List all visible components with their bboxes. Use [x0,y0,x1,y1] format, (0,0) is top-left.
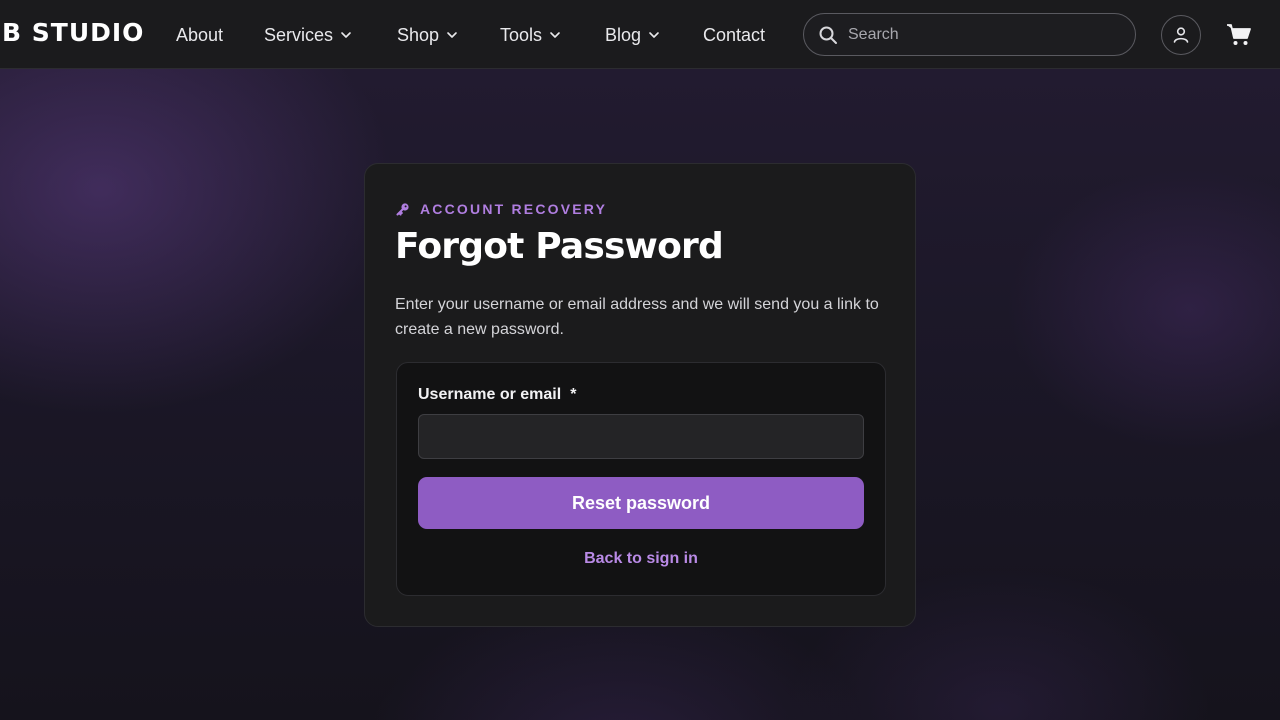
key-icon [396,203,409,216]
required-mark: * [570,386,577,403]
reset-password-button[interactable]: Reset password [418,477,864,529]
chevron-down-icon [550,32,560,38]
back-to-sign-in-link[interactable]: Back to sign in [397,550,885,568]
nav-item-label: Tools [500,24,543,45]
search-icon [819,26,837,44]
cart-icon [1227,24,1251,45]
top-navbar: B STUDIO About Services Shop Tools Blog … [0,0,1280,69]
user-icon [1173,27,1189,43]
nav-item-shop[interactable]: Shop [397,23,458,47]
nav-item-label: Blog [605,24,642,45]
account-button[interactable] [1161,15,1201,55]
nav-item-contact[interactable]: Contact [703,23,765,47]
field-label-text: Username or email [418,386,562,403]
nav-item-tools[interactable]: Tools [500,23,561,47]
nav-item-label: Services [264,24,334,45]
nav-item-about[interactable]: About [176,23,223,47]
username-field-label: Username or email * [418,386,576,404]
chevron-down-icon [649,32,659,38]
nav-item-label: Contact [703,24,766,45]
cart-button[interactable] [1225,21,1253,49]
brand-logo[interactable]: B STUDIO [2,18,144,47]
section-eyebrow: ACCOUNT RECOVERY [396,201,607,217]
search-input[interactable] [848,25,1108,44]
nav-item-blog[interactable]: Blog [605,23,660,47]
nav-item-label: About [176,24,224,45]
nav-item-services[interactable]: Services [264,23,352,47]
chevron-down-icon [341,32,351,38]
page-description: Enter your username or email address and… [395,296,879,338]
nav-item-label: Shop [397,24,440,45]
username-email-input[interactable] [418,414,864,459]
forgot-password-card: ACCOUNT RECOVERY Forgot Password Enter y… [364,163,916,627]
chevron-down-icon [447,32,457,38]
eyebrow-label: ACCOUNT RECOVERY [420,201,608,217]
page-title: Forgot Password [395,226,724,267]
search-box[interactable] [803,13,1136,56]
reset-form: Username or email * Reset password Back … [396,362,886,596]
